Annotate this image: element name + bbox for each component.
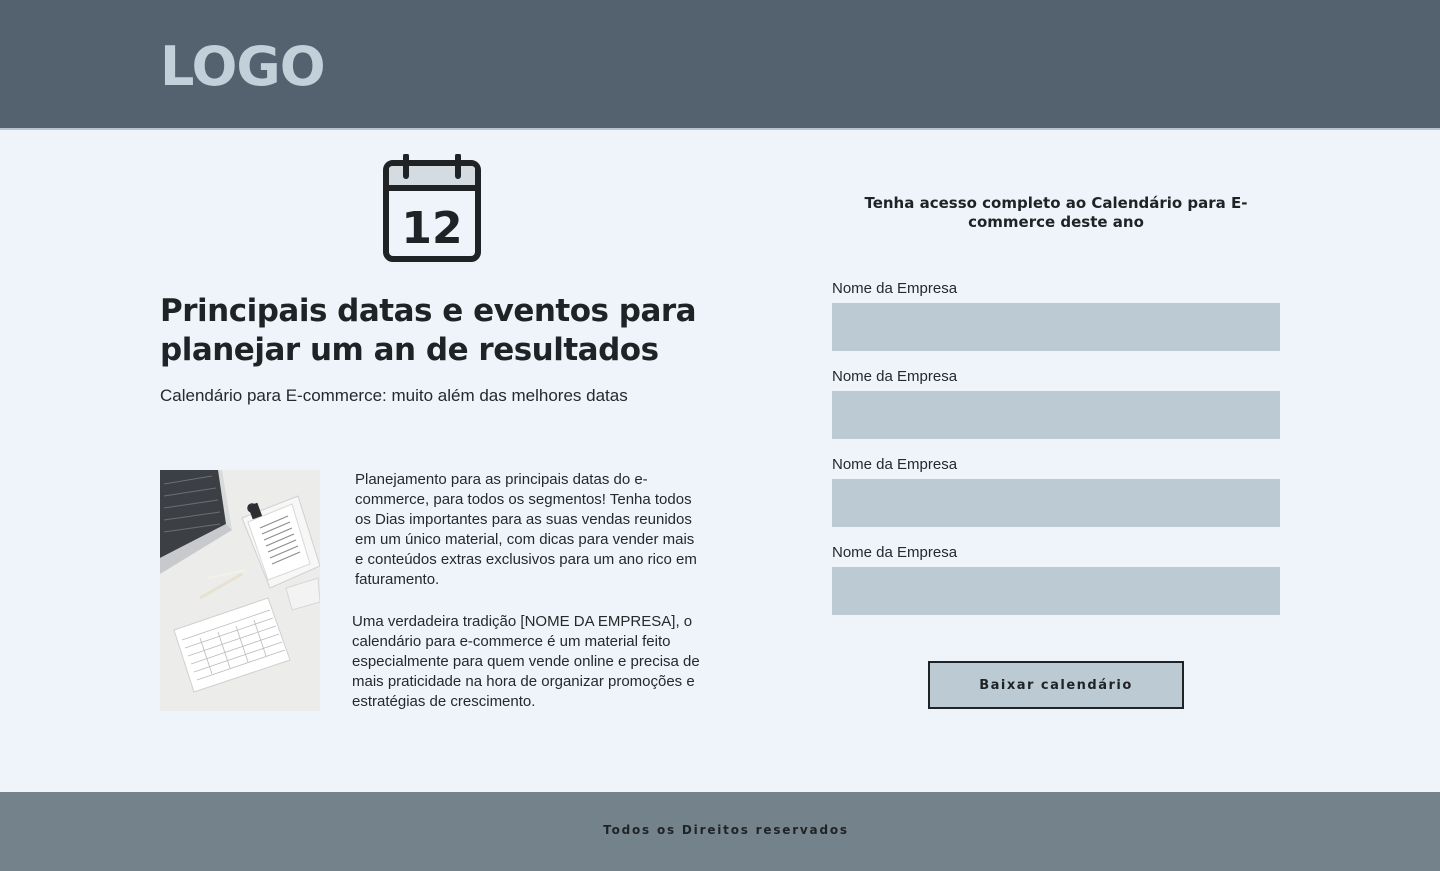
form-title: Tenha acesso completo ao Calendário para…: [864, 194, 1248, 231]
company-name-input-2[interactable]: [832, 391, 1280, 439]
description-paragraph: Uma verdadeira tradição [NOME DA EMPRESA…: [352, 613, 700, 710]
company-name-input-3[interactable]: [832, 479, 1280, 527]
page-title: Principais datas e eventos para planejar…: [160, 293, 697, 368]
download-calendar-button[interactable]: Baixar calendário: [928, 661, 1184, 709]
company-name-input-1[interactable]: [832, 303, 1280, 351]
company-name-label-4: Nome da Empresa: [832, 544, 958, 561]
desk-laptop-planner-photo: [160, 470, 320, 711]
copyright-text: Todos os Direitos reservados: [603, 823, 849, 837]
site-header: LOGO: [0, 0, 1440, 130]
main-content: 12 Principais datas e eventos para plane…: [0, 132, 1440, 792]
page-subtitle: Calendário para E-commerce: muito além d…: [160, 386, 628, 405]
company-name-label-1: Nome da Empresa: [832, 280, 958, 297]
company-name-label-2: Nome da Empresa: [832, 368, 958, 385]
calendar-day-number: 12: [401, 203, 462, 254]
company-name-label-3: Nome da Empresa: [832, 456, 958, 473]
site-footer: Todos os Direitos reservados: [0, 792, 1440, 871]
logo[interactable]: LOGO: [160, 38, 326, 96]
intro-paragraph: Planejamento para as principais datas do…: [355, 471, 697, 588]
calendar-icon: 12: [383, 154, 481, 262]
company-name-input-4[interactable]: [832, 567, 1280, 615]
